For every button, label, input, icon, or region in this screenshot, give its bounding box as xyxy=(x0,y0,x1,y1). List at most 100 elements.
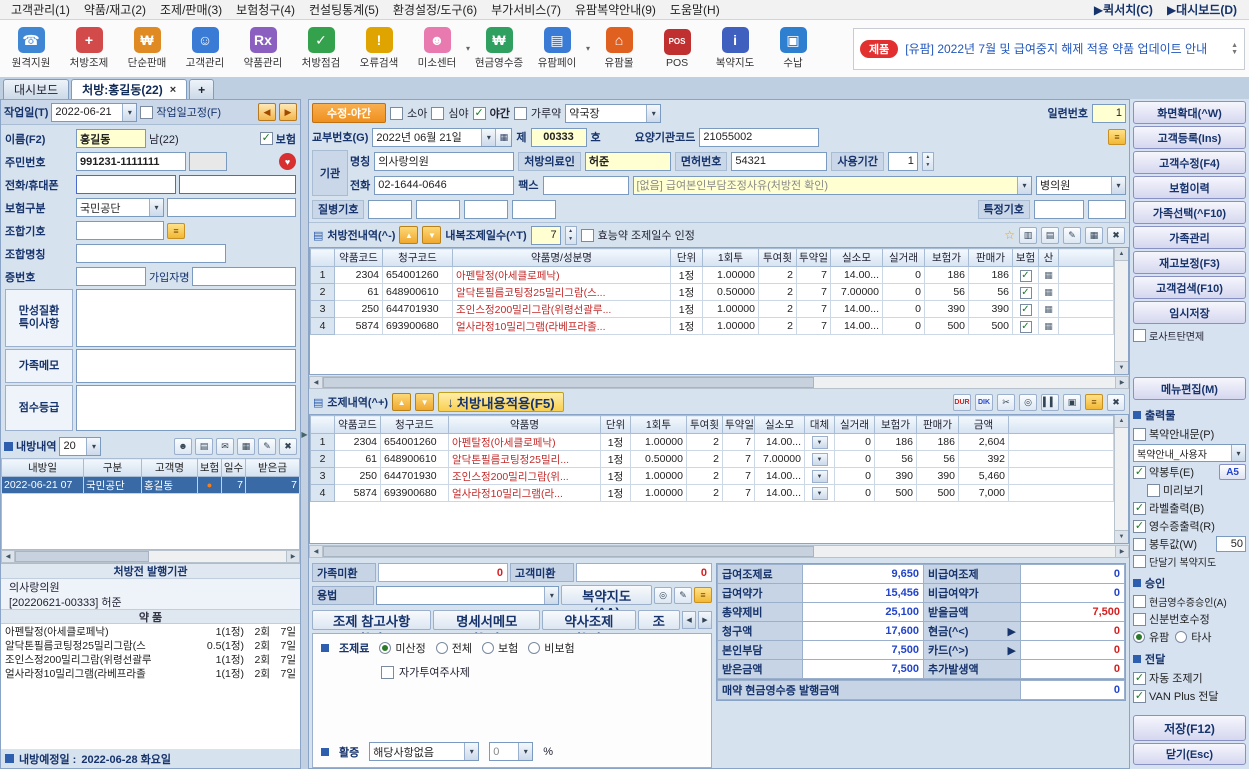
column-header[interactable] xyxy=(311,416,335,434)
drug-bag-checkbox[interactable] xyxy=(1133,466,1146,479)
tab-prescription-active[interactable]: 처방:홍길동(22) × xyxy=(71,79,187,99)
customer-edit-button[interactable]: 고객수정(F4) xyxy=(1133,151,1246,174)
column-header[interactable]: 청구코드 xyxy=(381,416,449,434)
toolbar-simple-sale[interactable]: ₩단순판매 xyxy=(120,27,174,70)
scroll-thumb[interactable] xyxy=(15,551,149,562)
toolbar-smile-center[interactable]: ☻미소센터 xyxy=(410,27,464,70)
night-checkbox[interactable] xyxy=(473,107,486,120)
menu-medication-guide[interactable]: 유팜복약안내(9) xyxy=(568,0,663,19)
self-inject-checkbox[interactable] xyxy=(381,666,394,679)
split-icon[interactable]: ▦ xyxy=(1085,227,1103,244)
insurance-type-select[interactable]: 국민공단▾ xyxy=(76,198,164,217)
column-header[interactable]: 청구코드 xyxy=(383,249,453,267)
chronic-note-box[interactable] xyxy=(76,289,296,347)
toolbar-remote-support[interactable]: ☎원격지원 xyxy=(4,27,58,70)
discount-select[interactable]: 해당사항없음▾ xyxy=(369,742,479,761)
chevron-down-icon[interactable]: ▾ xyxy=(1017,177,1031,194)
scroll-right-icon[interactable]: ▶ xyxy=(286,551,299,562)
column-header[interactable]: 실거래 xyxy=(835,416,875,434)
disease-code-field[interactable] xyxy=(512,200,556,219)
next-day-button[interactable]: ▶ xyxy=(279,103,297,121)
tab-scroll-right-icon[interactable]: ▶ xyxy=(698,611,712,629)
column-header[interactable]: 대체 xyxy=(805,416,835,434)
column-header[interactable]: 구분 xyxy=(84,459,142,477)
envelope-fee-field[interactable]: 50 xyxy=(1216,536,1246,552)
copay-reason-select[interactable]: [없음] 급여본인부담조정사유(처방전 확인)▾ xyxy=(633,176,1033,195)
notice-scroll-arrows[interactable]: ▲▼ xyxy=(1231,42,1238,56)
dropdown-arrow-icon[interactable]: ▾ xyxy=(586,44,590,53)
column-header[interactable]: 내방일 xyxy=(2,459,84,477)
calendar-icon[interactable]: ▦ xyxy=(495,129,511,146)
fee-option-uninsured[interactable]: 비보험 xyxy=(528,640,574,656)
scroll-thumb[interactable] xyxy=(323,377,814,388)
table-row[interactable]: 12304654001260아펜탈정(아세클로페낙)1정1.000002714.… xyxy=(311,267,1114,284)
notebook-icon[interactable]: ≡ xyxy=(694,587,712,603)
column-header[interactable]: 단위 xyxy=(671,249,703,267)
row-detail-icon[interactable]: ▦ xyxy=(1044,321,1053,331)
toolbar-prescription-dispense[interactable]: +처방조제 xyxy=(62,27,116,70)
column-header[interactable]: 보험 xyxy=(1013,249,1039,267)
scroll-down-icon[interactable]: ▼ xyxy=(1115,530,1128,543)
radio-icon[interactable] xyxy=(1175,631,1187,643)
tab-dispense[interactable]: 조제 xyxy=(638,610,681,630)
menu-insurance-claim[interactable]: 보험청구(4) xyxy=(229,0,302,19)
row-detail-icon[interactable]: ▦ xyxy=(1044,304,1053,314)
scroll-right-icon[interactable]: ▶ xyxy=(1115,377,1128,388)
jumin-field[interactable]: 991231-1111111 xyxy=(76,152,186,171)
insurance-sub-field[interactable] xyxy=(167,198,296,217)
org-code-field[interactable]: 21055002 xyxy=(699,128,819,147)
notebook-icon[interactable]: ≡ xyxy=(1085,394,1103,410)
cut-icon[interactable]: ✂ xyxy=(997,394,1015,411)
column-header[interactable]: 약품코드 xyxy=(335,249,383,267)
chevron-down-icon[interactable]: ▾ xyxy=(518,743,532,760)
union-name-field[interactable] xyxy=(76,244,226,263)
issued-drug-row[interactable]: 아펜탈정(아세클로페낙)1(1정)2회7일 xyxy=(1,624,300,638)
visit-row-selected[interactable]: 2022-06-21 07 국민공단 홍길동 ● 7 7 xyxy=(2,477,300,494)
pay-label-card[interactable]: 카드(^>)▶ xyxy=(924,641,1020,659)
column-header[interactable]: 금액 xyxy=(959,416,1009,434)
notebook-icon[interactable]: ≡ xyxy=(167,223,185,239)
scroll-down-icon[interactable]: ▼ xyxy=(1115,361,1128,374)
menu-consulting-stats[interactable]: 컨설팅통계(5) xyxy=(302,0,386,19)
save-button[interactable]: 저장(F12) xyxy=(1133,715,1246,741)
org-name-field[interactable]: 의사랑의원 xyxy=(374,152,514,171)
toolbar-customer-management[interactable]: ☺고객관리 xyxy=(178,27,232,70)
workdate-lock-checkbox[interactable] xyxy=(140,106,153,119)
powder-checkbox[interactable] xyxy=(514,107,527,120)
dispense-days-field[interactable]: 7 xyxy=(531,226,561,245)
envelope-fee-checkbox[interactable] xyxy=(1133,538,1146,551)
move-up-button[interactable]: ▲ xyxy=(392,393,411,411)
special-code-field[interactable] xyxy=(1034,200,1084,219)
notebook-icon[interactable]: ≡ xyxy=(1108,129,1126,145)
chevron-down-icon[interactable]: ▾ xyxy=(1111,177,1125,194)
column-header[interactable]: 약품명/성분명 xyxy=(453,249,671,267)
grade-box[interactable] xyxy=(76,385,296,431)
menu-dispense-sale[interactable]: 조제/판매(3) xyxy=(153,0,229,19)
column-header[interactable] xyxy=(311,249,335,267)
column-header[interactable]: 실소모 xyxy=(755,416,805,434)
insurance-lookup-icon[interactable]: ▥ xyxy=(1019,227,1037,244)
column-header[interactable]: 실거래 xyxy=(883,249,925,267)
toolbar-upharm-mall[interactable]: ⌂유팜몰 xyxy=(592,27,646,70)
cash-arrow-icon[interactable]: ▶ xyxy=(1008,625,1016,638)
radio-icon[interactable] xyxy=(1133,631,1145,643)
chevron-down-icon[interactable]: ▾ xyxy=(149,199,163,216)
mode-night-button[interactable]: 수정-야간 xyxy=(312,103,386,123)
period-field[interactable]: 1 xyxy=(888,152,918,171)
row-detail-icon[interactable]: ▦ xyxy=(1044,287,1053,297)
table-row[interactable]: 261648900610알닥톤필름코팅정25밀리그람(스...1정0.50000… xyxy=(311,284,1114,301)
toolbar-error-search[interactable]: !오류검색 xyxy=(352,27,406,70)
family-manage-button[interactable]: 가족관리 xyxy=(1133,226,1246,249)
toolbar-cash-receipt[interactable]: ₩현금영수증 xyxy=(472,27,526,70)
issued-drug-row[interactable]: 얼사라정10밀리그램(라베프라졸1(1정)2회7일 xyxy=(1,666,300,680)
dispense-days-stepper[interactable]: ▲▼ xyxy=(565,226,577,245)
calc-icon[interactable]: ▦ xyxy=(237,438,255,455)
dispense-table-vscrollbar[interactable]: ▲▼ xyxy=(1114,415,1128,543)
id-edit-checkbox[interactable] xyxy=(1133,613,1146,626)
scroll-thumb[interactable] xyxy=(323,546,814,557)
insured-checkbox[interactable] xyxy=(1020,287,1032,299)
column-header[interactable]: 1회투 xyxy=(703,249,759,267)
pharmacist-select[interactable]: 약국장▾ xyxy=(565,104,661,123)
rx-table-vscrollbar[interactable]: ▲▼ xyxy=(1114,248,1128,374)
scroll-up-icon[interactable]: ▲ xyxy=(1115,415,1128,428)
